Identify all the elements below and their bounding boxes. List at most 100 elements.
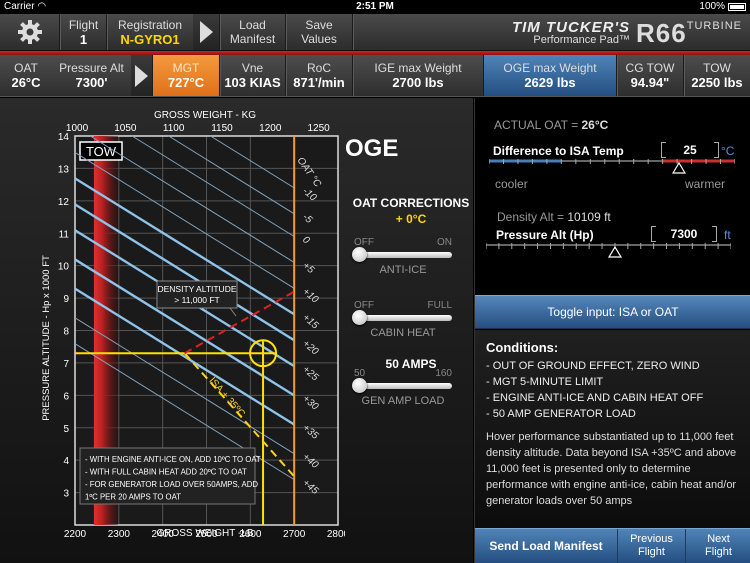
x2-axis-title: GROSS WEIGHT - KG — [154, 110, 256, 121]
condition-item: - 50 AMP GENERATOR LOAD — [486, 408, 636, 420]
conditions-panel: Conditions: - OUT OF GROUND EFFECT, ZERO… — [475, 330, 750, 528]
x2-tick-label: 1050 — [114, 123, 137, 134]
registration-value: N-GYRO1 — [120, 31, 180, 47]
clock: 2:51 PM — [356, 1, 394, 12]
conditions-menu-button[interactable] — [131, 55, 153, 96]
play-arrow-icon — [199, 21, 213, 43]
notes-text: - WITH FULL CABIN HEAT ADD 20ºC TO OAT — [85, 468, 247, 477]
y-tick-label: 12 — [58, 197, 70, 208]
load-manifest-button[interactable]: Load Manifest — [220, 14, 286, 50]
status-bar: Carrier ◠ 2:51 PM 100% — [0, 0, 750, 14]
cabin-heat-knob[interactable] — [352, 310, 367, 325]
y-tick-label: 7 — [63, 359, 69, 370]
pressure-alt-label: Pressure Alt (Hp) — [496, 228, 594, 242]
play-arrow-icon — [135, 64, 148, 87]
registration-field[interactable]: Registration N-GYRO1 — [107, 14, 193, 50]
mgt-field[interactable]: MGT 727°C — [153, 55, 220, 96]
ige-max-weight-field[interactable]: IGE max Weight 2700 lbs — [353, 55, 484, 96]
chart-title: OGE — [345, 135, 399, 162]
performance-summary-bar: OAT 26°C Pressure Alt 7300' MGT 727°C Vn… — [0, 55, 750, 97]
anti-ice-slider[interactable]: OFF ON ANTI-ICE — [352, 237, 452, 276]
isa-diff-value[interactable]: 25 — [661, 142, 719, 158]
y-tick-label: 11 — [59, 229, 70, 240]
flight-value: 1 — [79, 31, 88, 47]
pressure-alt-unit: ft — [724, 228, 731, 242]
y-axis-title: PRESSURE ALTITUDE - Hp x 1000 FT — [41, 255, 52, 421]
notes-text: - FOR GENERATOR LOAD OVER 50AMPS, ADD — [85, 480, 258, 489]
notes-text: - WITH ENGINE ANTI-ICE ON, ADD 10ºC TO O… — [85, 455, 261, 464]
pressure-alt-value[interactable]: 7300 — [651, 226, 717, 242]
x2-tick-label: 1250 — [307, 123, 330, 134]
app-logo: TIM TUCKER'S Performance Pad™ R66 TURBIN… — [511, 17, 742, 48]
density-altitude-text: > 11,000 FT — [174, 295, 219, 305]
bottom-toolbar: Send Load Manifest Previous Flight Next … — [475, 528, 750, 563]
x2-tick-label: 1150 — [211, 123, 233, 134]
tow-field[interactable]: TOW 2250 lbs — [684, 55, 750, 96]
x-tick-label: 2200 — [64, 529, 87, 540]
previous-flight-button[interactable]: Previous Flight — [618, 529, 686, 563]
gen-amp-track[interactable] — [352, 378, 452, 393]
toggle-isa-oat-button[interactable]: Toggle input: ISA or OAT — [475, 295, 750, 329]
roc-field[interactable]: RoC 871'/min — [286, 55, 353, 96]
pressure-alt-scale[interactable] — [486, 242, 731, 262]
isa-diff-label: Difference to ISA Temp — [493, 144, 624, 158]
notes-text: 1ºC PER 20 AMPS TO OAT — [85, 493, 181, 502]
x-tick-label: 2300 — [108, 529, 131, 540]
anti-ice-track[interactable] — [352, 247, 452, 262]
actual-oat: ACTUAL OAT = 26°C — [494, 118, 609, 132]
density-altitude-text: DENSITY ALTITUDE — [157, 284, 236, 294]
oge-max-weight-field[interactable]: OGE max Weight 2629 lbs — [484, 55, 617, 96]
y-tick-label: 4 — [63, 456, 69, 467]
x2-tick-label: 1200 — [259, 123, 282, 134]
isa-diff-scale[interactable] — [489, 158, 735, 178]
battery-indicator: 100% — [699, 1, 746, 12]
cabin-heat-slider[interactable]: OFF FULL CABIN HEAT — [352, 300, 452, 339]
y-tick-label: 13 — [58, 164, 70, 175]
top-bar: Flight 1 Registration N-GYRO1 Load Manif… — [0, 14, 750, 51]
input-panel: ACTUAL OAT = 26°C Difference to ISA Temp… — [474, 98, 750, 563]
chart-panel: GROSS WEIGHT - KG TOW -10 -5 0 +5 +10 +15 +20 +… — [0, 98, 473, 563]
tow-label: TOW — [86, 144, 117, 159]
oge-performance-chart: GROSS WEIGHT - KG TOW -10-50+5+10+15+20+… — [41, 110, 345, 540]
y-tick-label: 3 — [63, 489, 69, 500]
density-alt: Density Alt = 10109 ft — [497, 210, 611, 224]
save-values-button[interactable]: Save Values — [286, 14, 353, 50]
gear-icon — [17, 20, 42, 44]
isa-diff-pointer — [671, 161, 687, 174]
y-tick-label: 8 — [63, 327, 69, 338]
registration-label: Registration — [117, 17, 183, 32]
x-tick-label: 2700 — [283, 529, 306, 540]
x2-tick-label: 1100 — [163, 123, 185, 134]
oat-corrections-title: OAT CORRECTIONS — [352, 196, 470, 210]
gen-amp-knob[interactable] — [352, 378, 367, 393]
cooler-label: cooler — [495, 177, 528, 191]
isa-diff-unit: °C — [721, 144, 735, 158]
pressure-alt-field[interactable]: Pressure Alt 7300' — [52, 55, 131, 96]
x2-tick-label: 1000 — [66, 123, 89, 134]
y-tick-label: 9 — [63, 294, 69, 305]
cg-tow-field[interactable]: CG TOW 94.94" — [617, 55, 684, 96]
gen-amp-slider[interactable]: 50 160 GEN AMP LOAD — [352, 368, 452, 407]
x-tick-label: 2800 — [327, 529, 345, 540]
conditions-title: Conditions: — [486, 340, 559, 355]
battery-icon — [728, 2, 746, 11]
condition-item: - OUT OF GROUND EFFECT, ZERO WIND — [486, 360, 700, 372]
flight-menu-button[interactable] — [193, 14, 220, 50]
next-flight-button[interactable]: Next Flight — [686, 529, 750, 563]
anti-ice-knob[interactable] — [352, 247, 367, 262]
flight-field[interactable]: Flight 1 — [61, 14, 107, 50]
condition-item: - MGT 5-MINUTE LIMIT — [486, 376, 604, 388]
vne-field[interactable]: Vne 103 KIAS — [220, 55, 286, 96]
y-tick-label: 6 — [63, 391, 69, 402]
flight-label: Flight — [68, 17, 99, 32]
y-tick-label: 10 — [58, 262, 70, 273]
cabin-heat-track[interactable] — [352, 310, 452, 325]
settings-button[interactable] — [0, 14, 60, 50]
oat-corrections-value: + 0°C — [395, 212, 427, 226]
warmer-label: warmer — [685, 177, 726, 191]
performance-note: Hover performance substantiated up to 11… — [486, 431, 737, 507]
send-load-manifest-button[interactable]: Send Load Manifest — [475, 529, 618, 563]
y-tick-label: 5 — [63, 424, 69, 435]
x-axis-title: GROSS WEIGHT -LB — [156, 528, 253, 539]
oat-field[interactable]: OAT 26°C — [0, 55, 52, 96]
